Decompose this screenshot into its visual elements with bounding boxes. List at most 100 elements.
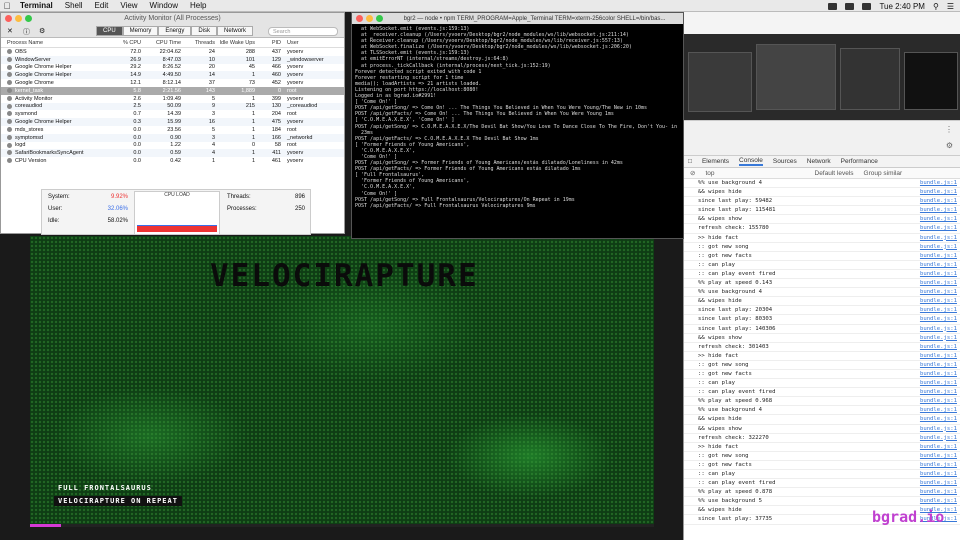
console-source-link[interactable]: bundle.js:1 [920,243,957,251]
tab-cpu[interactable]: CPU [96,25,123,36]
console-source-link[interactable]: bundle.js:1 [920,188,957,196]
thumbnail-window[interactable] [840,48,900,110]
clock[interactable]: Tue 2:40 PM [879,2,925,11]
console-source-link[interactable]: bundle.js:1 [920,288,957,296]
menu-view[interactable]: View [114,1,143,10]
console-source-link[interactable]: bundle.js:1 [920,215,957,223]
console-source-link[interactable]: bundle.js:1 [920,461,957,469]
tab-disk[interactable]: Disk [191,25,218,36]
search-input[interactable]: Search [268,27,338,36]
zoom-icon[interactable] [25,15,32,22]
console-source-link[interactable]: bundle.js:1 [920,197,957,205]
console-source-link[interactable]: bundle.js:1 [920,261,957,269]
console-source-link[interactable]: bundle.js:1 [920,488,957,496]
col-cpu[interactable]: % CPU [111,40,141,46]
close-icon[interactable] [5,15,12,22]
battery-icon[interactable] [862,2,872,10]
console-source-link[interactable]: bundle.js:1 [920,224,957,232]
table-row[interactable]: sysmond 0.7 14.39 3 1 204 root [1,110,344,118]
console-source-link[interactable]: bundle.js:1 [920,206,957,214]
more-icon[interactable]: ⋮ [945,125,953,134]
table-row[interactable]: coreaudiod 2.5 50.09 9 215 130 _coreaudiod [1,102,344,111]
table-row[interactable]: kernel_task 5.8 2:21.56 143 1,889 0 root [1,86,344,95]
settings-icon[interactable]: ⚙ [946,141,953,150]
table-row[interactable]: Google Chrome Helper 0.3 15.99 16 1 475 yvoerv [1,118,344,126]
menu-edit[interactable]: Edit [89,1,115,10]
window-titlebar[interactable]: bgr2 — node • npm TERM_PROGRAM=Apple_Ter… [352,13,683,24]
console-source-link[interactable]: bundle.js:1 [920,425,957,433]
stop-process-icon[interactable]: ✕ [7,27,13,35]
console-source-link[interactable]: bundle.js:1 [920,279,957,287]
console-source-link[interactable]: bundle.js:1 [920,397,957,405]
console-source-link[interactable]: bundle.js:1 [920,234,957,242]
console-source-link[interactable]: bundle.js:1 [920,470,957,478]
console-source-link[interactable]: bundle.js:1 [920,379,957,387]
console-source-link[interactable]: bundle.js:1 [920,315,957,323]
console-source-link[interactable]: bundle.js:1 [920,415,957,423]
console-source-link[interactable]: bundle.js:1 [920,343,957,351]
spotlight-icon[interactable]: ⚲ [933,2,939,11]
wifi-icon[interactable] [828,2,838,10]
console-source-link[interactable]: bundle.js:1 [920,452,957,460]
console-source-link[interactable]: bundle.js:1 [920,443,957,451]
col-cpu-time[interactable]: CPU Time [141,40,181,46]
levels-select[interactable]: Default levels [815,170,854,177]
menu-terminal[interactable]: Terminal [14,1,59,10]
col-threads[interactable]: Threads [181,40,215,46]
thumbnail-window[interactable] [688,52,752,112]
console-source-link[interactable]: bundle.js:1 [920,352,957,360]
zoom-icon[interactable] [376,15,383,22]
minimize-icon[interactable] [15,15,22,22]
col-idle-wake-ups[interactable]: Idle Wake Ups [215,40,255,46]
table-row[interactable]: Google Chrome Helper 14.9 4:49.50 14 1 460 yvo… [1,71,344,80]
tab-performance[interactable]: Performance [841,158,878,165]
console-source-link[interactable]: bundle.js:1 [920,325,957,333]
table-row[interactable]: Google Chrome 12.1 8:12.14 37 73 452 yvoerv [1,79,344,87]
thumbnail-window[interactable] [756,44,836,110]
table-row[interactable]: logd 0.0 1.22 4 0 58 root [1,142,344,150]
tab-console[interactable]: Console [739,157,763,166]
tab-energy[interactable]: Energy [158,25,192,36]
window-titlebar[interactable]: Activity Monitor (All Processes) [1,13,344,24]
info-icon[interactable]: ⓘ [23,27,30,37]
col-process-name[interactable]: Process Name [1,40,111,46]
console-source-link[interactable]: bundle.js:1 [920,479,957,487]
group-similar-checkbox[interactable]: Group similar [864,170,903,177]
table-row[interactable]: Google Chrome Helper 29.2 8:26.52 20 45 466 yv… [1,64,344,72]
console-source-link[interactable]: bundle.js:1 [920,297,957,305]
notification-center-icon[interactable]: ☰ [947,2,954,11]
table-row[interactable]: CPU Version 0.0 0.42 1 1 461 yvoerv [1,157,344,165]
menu-shell[interactable]: Shell [59,1,89,10]
close-icon[interactable] [356,15,363,22]
console-source-link[interactable]: bundle.js:1 [920,361,957,369]
table-row[interactable]: SafariBookmarksSyncAgent 0.0 0.59 4 1 411 yvoe… [1,149,344,158]
context-select[interactable]: top [705,170,714,177]
menu-help[interactable]: Help [184,1,212,10]
tab-memory[interactable]: Memory [122,25,159,36]
tab-network[interactable]: Network [807,158,831,165]
console-source-link[interactable]: bundle.js:1 [920,252,957,260]
gear-icon[interactable]: ⚙ [39,27,45,35]
clear-console-icon[interactable]: ⊘ [690,169,695,177]
menu-window[interactable]: Window [144,1,184,10]
console-source-link[interactable]: bundle.js:1 [920,406,957,414]
console-source-link[interactable]: bundle.js:1 [920,179,957,187]
console-source-link[interactable]: bundle.js:1 [920,306,957,314]
volume-icon[interactable] [845,2,855,10]
apple-menu-icon[interactable]:  [0,1,14,11]
tab-sources[interactable]: Sources [773,158,797,165]
table-row[interactable]: Activity Monitor 2.6 1:09.49 5 1 399 yvoerv [1,95,344,103]
console-source-link[interactable]: bundle.js:1 [920,497,957,505]
tab-network[interactable]: Network [217,25,254,36]
tab-elements[interactable]: Elements [702,158,729,165]
minimize-icon[interactable] [366,15,373,22]
table-row[interactable]: symptomsd 0.0 0.90 3 1 166 _networkd [1,133,344,142]
col-user[interactable]: User [281,40,331,46]
console-source-link[interactable]: bundle.js:1 [920,270,957,278]
console-source-link[interactable]: bundle.js:1 [920,434,957,442]
inspect-icon[interactable]: □ [688,158,692,165]
console-source-link[interactable]: bundle.js:1 [920,388,957,396]
thumbnail-window[interactable] [904,52,958,110]
table-row[interactable]: mds_stores 0.0 23.56 5 1 184 root [1,126,344,134]
table-row[interactable]: WindowServer 26.9 8:47.03 10 101 129 _windowse… [1,55,344,64]
